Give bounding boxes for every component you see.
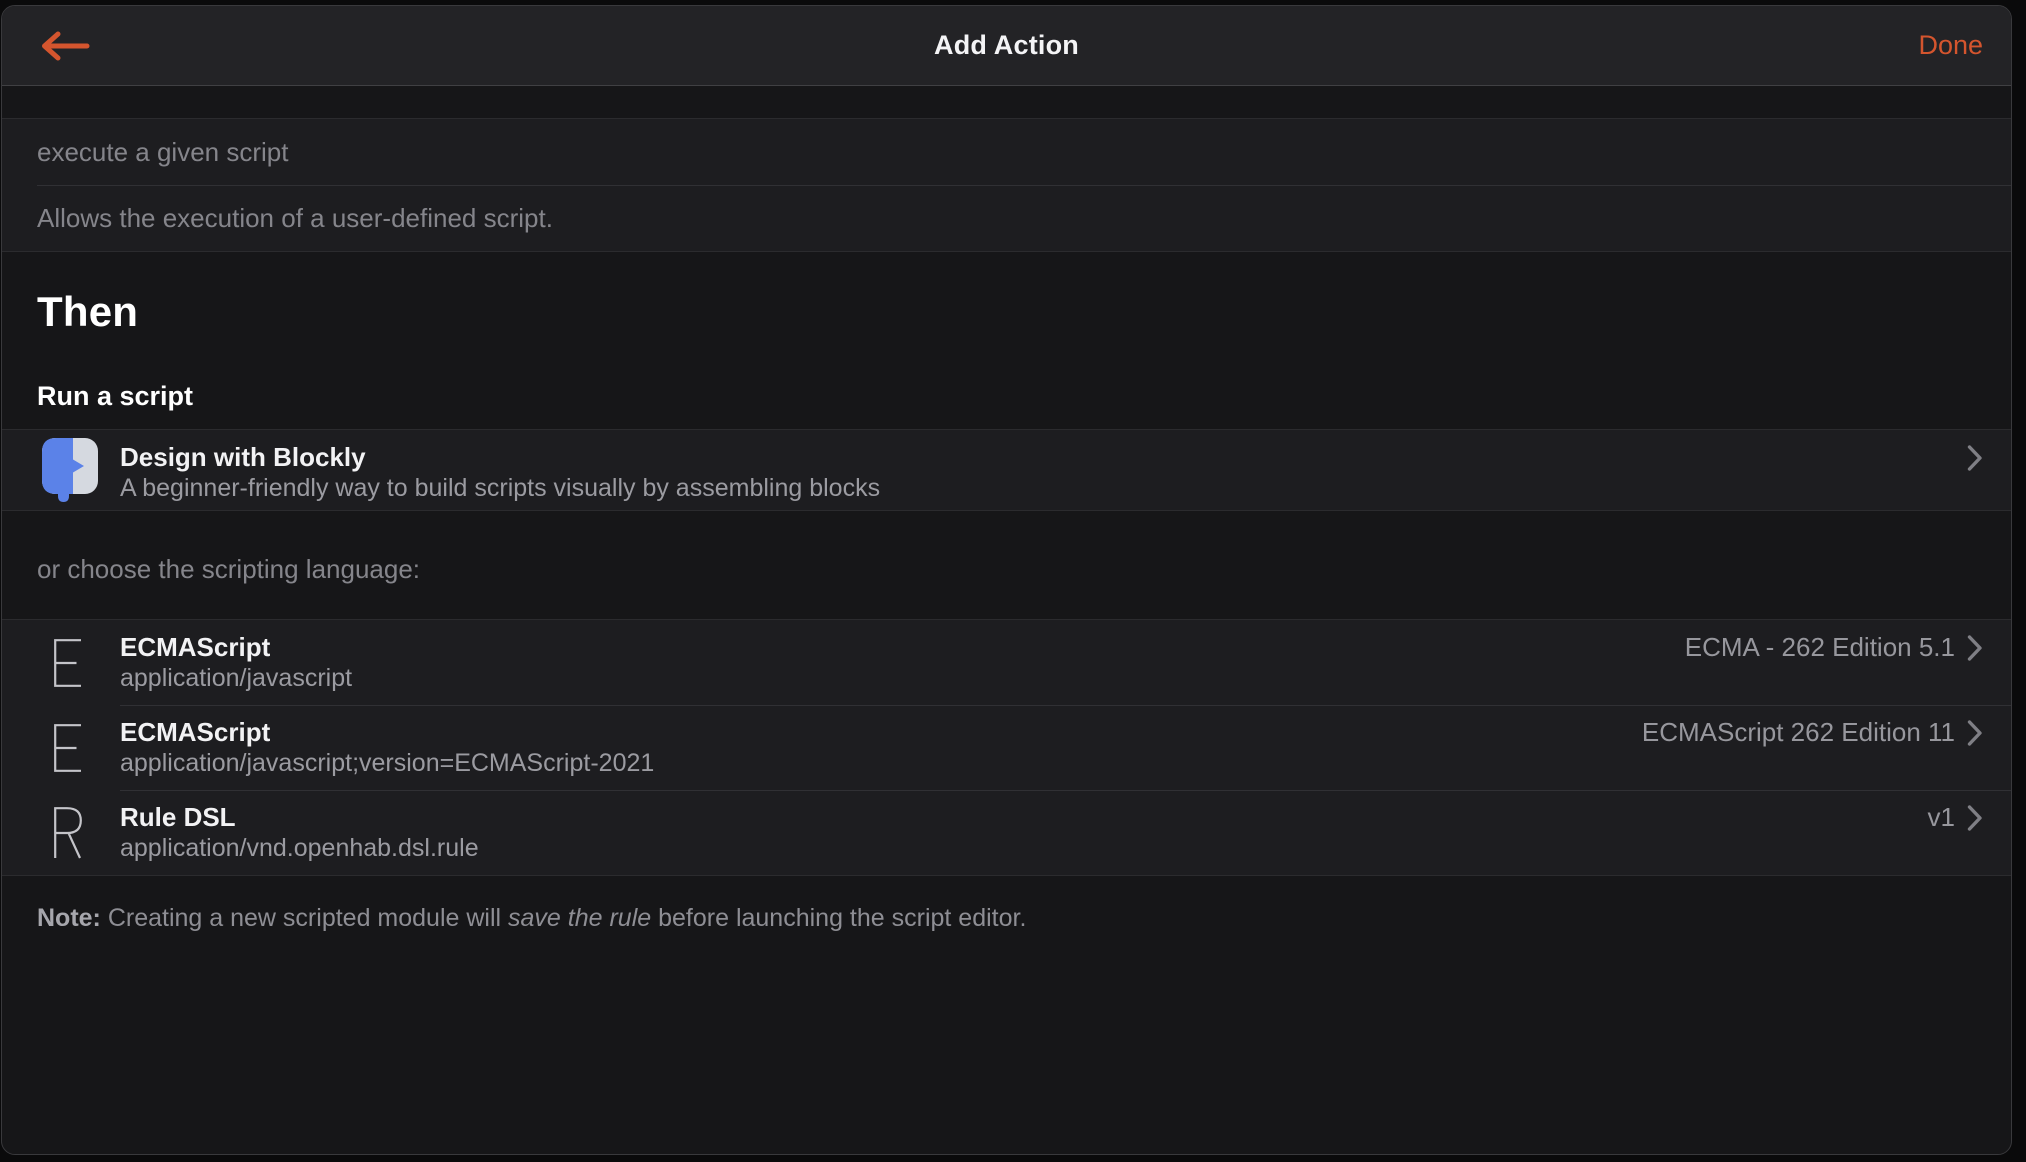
chevron-right-icon bbox=[1967, 804, 1982, 831]
chevron-right-icon bbox=[1967, 634, 1982, 661]
note-prefix: Note: bbox=[37, 904, 101, 932]
letter-r-icon bbox=[54, 806, 82, 858]
page-title: Add Action bbox=[934, 30, 1079, 60]
note-italic: save the rule bbox=[508, 904, 652, 932]
language-version: ECMA - 262 Edition 5.1 bbox=[1684, 632, 1955, 662]
language-title: Rule DSL bbox=[120, 802, 236, 832]
blockly-title: Design with Blockly bbox=[120, 442, 366, 472]
language-item-ecmascript-5[interactable]: ECMAScript application/javascript ECMA -… bbox=[2, 620, 2011, 705]
language-item-ecmascript-2021[interactable]: ECMAScript application/javascript;versio… bbox=[2, 705, 2011, 790]
section-title-then: Then bbox=[37, 288, 139, 335]
language-item-rule-dsl[interactable]: Rule DSL application/vnd.openhab.dsl.rul… bbox=[2, 790, 2011, 875]
language-media bbox=[2, 790, 120, 875]
language-text: Rule DSL application/vnd.openhab.dsl.rul… bbox=[120, 802, 479, 875]
language-after: v1 bbox=[1928, 802, 1983, 833]
blockly-text: Design with Blockly A beginner-friendly … bbox=[120, 442, 880, 510]
language-title: ECMAScript bbox=[120, 717, 271, 747]
blockly-media bbox=[2, 430, 120, 510]
module-type-description: Allows the execution of a user-defined s… bbox=[2, 185, 2011, 251]
navbar: Add Action Done bbox=[2, 6, 2011, 86]
add-action-popup: Add Action Done execute a given script A… bbox=[1, 5, 2012, 1155]
language-mime: application/vnd.openhab.dsl.rule bbox=[120, 834, 479, 862]
note-text-2: before launching the script editor. bbox=[651, 904, 1027, 932]
blockly-icon bbox=[42, 437, 98, 502]
letter-e-icon bbox=[54, 723, 81, 772]
language-version: ECMAScript 262 Edition 11 bbox=[1641, 717, 1955, 747]
blockly-list-block: Design with Blockly A beginner-friendly … bbox=[2, 429, 2011, 511]
language-mime: application/javascript;version=ECMAScrip… bbox=[120, 749, 655, 777]
language-version: v1 bbox=[1927, 802, 1955, 832]
language-media bbox=[2, 705, 120, 790]
language-mime: application/javascript bbox=[120, 664, 353, 692]
done-button[interactable]: Done bbox=[1918, 6, 1983, 85]
language-text: ECMAScript application/javascript;versio… bbox=[120, 717, 654, 790]
section-subtitle-run-a-script: Run a script bbox=[37, 381, 194, 411]
chevron-right-icon bbox=[1967, 444, 1982, 471]
design-with-blockly-item[interactable]: Design with Blockly A beginner-friendly … bbox=[2, 430, 2011, 510]
blockly-after bbox=[1967, 442, 1983, 473]
choose-language-label: or choose the scripting language: bbox=[37, 554, 421, 584]
note-text-1: Creating a new scripted module will bbox=[100, 904, 509, 932]
module-type-item[interactable]: execute a given script bbox=[2, 119, 2011, 185]
module-description-block: execute a given script Allows the execut… bbox=[2, 118, 2011, 252]
language-after: ECMAScript 262 Edition 11 bbox=[1642, 717, 1983, 748]
chevron-right-icon bbox=[1967, 719, 1982, 746]
footer-note: Note: Creating a new scripted module wil… bbox=[37, 902, 1976, 934]
language-title: ECMAScript bbox=[120, 632, 271, 662]
language-text: ECMAScript application/javascript bbox=[120, 632, 352, 705]
language-after: ECMA - 262 Edition 5.1 bbox=[1685, 632, 1983, 663]
language-list-block: ECMAScript application/javascript ECMA -… bbox=[2, 619, 2011, 876]
blockly-subtitle: A beginner-friendly way to build scripts… bbox=[120, 474, 881, 502]
language-media bbox=[2, 620, 120, 705]
letter-e-icon bbox=[54, 638, 81, 687]
